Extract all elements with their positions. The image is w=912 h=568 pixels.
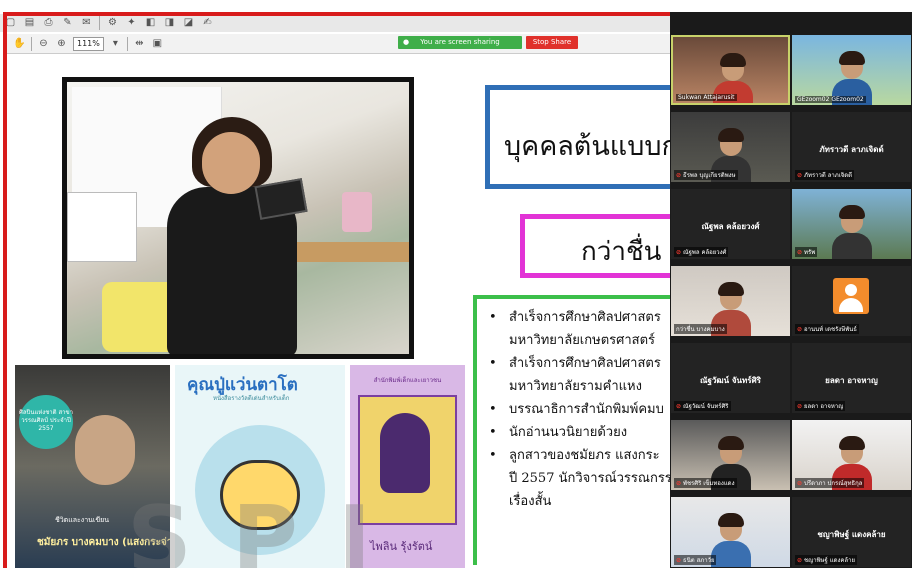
participant-tile[interactable]: GEzoom02 GEzoom02 (792, 35, 911, 105)
participant-name-label: ⊘ ปรีดาภา ปกรณ์สุทธิกุล (795, 478, 865, 488)
participant-hair (718, 436, 744, 450)
participant-hair (839, 51, 865, 65)
participant-name: ภัทราวดี ลาภเจิดดี (804, 172, 853, 179)
participant-name: GEzoom02 GEzoom02 (797, 96, 864, 103)
avatar-body (839, 298, 863, 312)
participant-name-label: กว่าชื่น บางคมบาง (674, 324, 727, 334)
participant-tile[interactable]: ชญาพิษฐ์ แดงคล้าย ⊘ ชญาพิษฐ์ แดงคล้าย (792, 497, 911, 567)
participant-name-label: ⊘ ธนิต สภาวัย (674, 555, 717, 565)
participant-name: พัชรศิริ เข็มทองแดง (683, 480, 735, 487)
participant-body (832, 233, 872, 259)
participant-name-label: ⊘ ณัฐวัฒน์ จันทร์ศิริ (674, 401, 731, 411)
muted-mic-icon: ⊘ (797, 557, 803, 564)
muted-mic-icon: ⊘ (797, 172, 803, 179)
participant-name: ทรัพ (804, 249, 816, 256)
participant-hair (839, 205, 865, 219)
participant-name-label: ⊘ ยลดา อาจหาญ (795, 401, 846, 411)
participant-name-label: ⊘ ชญาพิษฐ์ แดงคล้าย (795, 555, 857, 565)
participant-name: ณัฐวัฒน์ จันทร์ศิริ (683, 403, 729, 410)
participant-body (711, 541, 751, 567)
muted-mic-icon: ⊘ (676, 557, 682, 564)
participant-tile[interactable]: กว่าชื่น บางคมบาง (671, 266, 790, 336)
participant-name: ธนิต สภาวัย (683, 557, 715, 564)
avatar-head (845, 284, 857, 296)
muted-mic-icon: ⊘ (676, 249, 682, 256)
participant-display-name: ชญาพิษฐ์ แดงคล้าย (817, 530, 886, 539)
participant-tile[interactable]: ⊘ ธีรพล บุญเกียรติพงษ (671, 112, 790, 182)
participant-name-label: GEzoom02 GEzoom02 (795, 96, 866, 103)
participant-name: ยลดา อาจหาญ (804, 403, 844, 410)
participant-video (792, 35, 911, 105)
participant-display-name: ภัทราวดี ลาภเจิดด์ (819, 145, 884, 154)
participant-name-label: ⊘ อานนท์ เดชรังษีพันธ์ (795, 324, 859, 334)
participant-name: กว่าชื่น บางคมบาง (676, 326, 725, 333)
participant-gallery: Sukwan Attajarusit GEzoom02 GEzoom02 ⊘ ธีรพ… (670, 12, 912, 568)
participant-tile[interactable]: ⊘ ธนิต สภาวัย (671, 497, 790, 567)
participant-tile[interactable]: ภัทราวดี ลาภเจิดด์ ⊘ ภัทราวดี ลาภเจิดดี (792, 112, 911, 182)
participant-name: ณัฐพล คล้อยวงศ์ (683, 249, 727, 256)
participant-name-label: ⊘ ทรัพ (795, 247, 818, 257)
participant-name-label: ⊘ ธีรพล บุญเกียรติพงษ (674, 170, 738, 180)
participant-tile[interactable]: Sukwan Attajarusit (671, 35, 790, 105)
participant-tile[interactable]: ⊘ อานนท์ เดชรังษีพันธ์ (792, 266, 911, 336)
participant-tile[interactable]: ณัฐวัฒน์ จันทร์ศิริ ⊘ ณัฐวัฒน์ จันทร์ศิริ (671, 343, 790, 413)
participant-tile[interactable]: ⊘ ทรัพ (792, 189, 911, 259)
participant-display-name: ณัฐพล คล้อยวงศ์ (701, 222, 760, 231)
participant-name: อานนท์ เดชรังษีพันธ์ (804, 326, 857, 333)
muted-mic-icon: ⊘ (797, 480, 803, 487)
participant-name: Sukwan Attajarusit (678, 94, 735, 101)
participant-hair (718, 513, 744, 527)
participant-display-name: ณัฐวัฒน์ จันทร์ศิริ (700, 376, 761, 385)
participant-name: ธีรพล บุญเกียรติพงษ (683, 172, 736, 179)
muted-mic-icon: ⊘ (797, 249, 803, 256)
participant-name-label: ⊘ ณัฐพล คล้อยวงศ์ (674, 247, 729, 257)
muted-mic-icon: ⊘ (797, 326, 803, 333)
participant-name-label: ⊘ พัชรศิริ เข็มทองแดง (674, 478, 737, 488)
participant-tile[interactable]: ⊘ พัชรศิริ เข็มทองแดง (671, 420, 790, 490)
participant-hair (720, 53, 746, 67)
muted-mic-icon: ⊘ (676, 480, 682, 487)
participant-name: ปรีดาภา ปกรณ์สุทธิกุล (804, 480, 863, 487)
participant-hair (839, 436, 865, 450)
muted-mic-icon: ⊘ (797, 403, 803, 410)
participant-name-label: Sukwan Attajarusit (676, 94, 737, 101)
participant-name-label: ⊘ ภัทราวดี ลาภเจิดดี (795, 170, 855, 180)
participant-display-name: ยลดา อาจหาญ (825, 376, 878, 385)
participant-hair (718, 282, 744, 296)
participant-tile[interactable]: ณัฐพล คล้อยวงศ์ ⊘ ณัฐพล คล้อยวงศ์ (671, 189, 790, 259)
participant-hair (718, 128, 744, 142)
muted-mic-icon: ⊘ (676, 403, 682, 410)
participant-tile[interactable]: ยลดา อาจหาญ ⊘ ยลดา อาจหาญ (792, 343, 911, 413)
participant-body (713, 81, 753, 103)
muted-mic-icon: ⊘ (676, 172, 682, 179)
participant-tile[interactable]: ⊘ ปรีดาภา ปกรณ์สุทธิกุล (792, 420, 911, 490)
participant-name: ชญาพิษฐ์ แดงคล้าย (804, 557, 855, 564)
default-avatar-icon (833, 278, 869, 314)
